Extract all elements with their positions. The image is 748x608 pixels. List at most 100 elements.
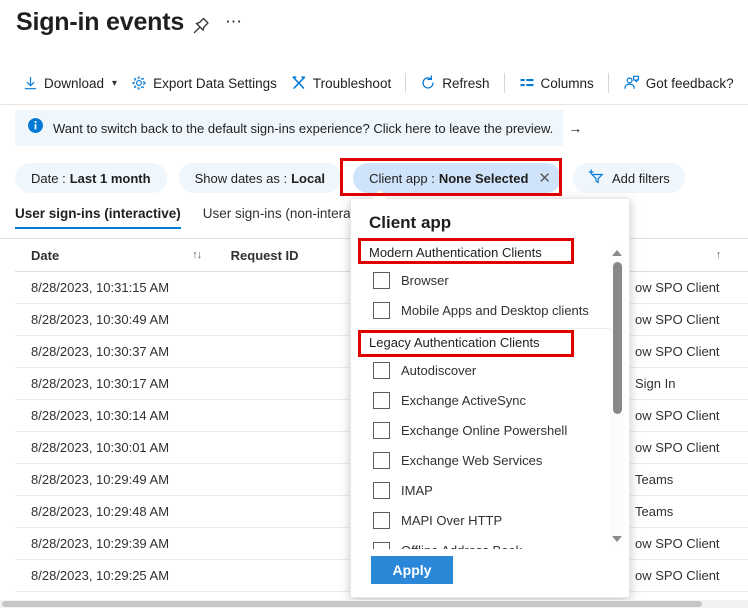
filter-chip-client-app-value: None Selected: [439, 171, 529, 186]
banner-text: Want to switch back to the default sign-…: [53, 121, 553, 136]
add-filters-button[interactable]: Add filters: [573, 163, 685, 193]
checkbox-exchange-online-powershell[interactable]: [373, 422, 390, 439]
checkbox-exchange-activesync[interactable]: [373, 392, 390, 409]
panel-scrollbar[interactable]: [610, 247, 625, 545]
filter-chip-date-value: Last 1 month: [70, 171, 151, 186]
scroll-up-arrow-icon[interactable]: [612, 250, 622, 256]
scrollbar-thumb[interactable]: [613, 262, 622, 414]
cell-date: 8/28/2023, 10:30:14 AM: [15, 408, 200, 423]
group-divider: [369, 328, 613, 329]
filter-chip-show-dates-as-value: Local: [291, 171, 325, 186]
panel-title: Client app: [369, 213, 451, 233]
cell-application: ow SPO Client: [629, 344, 748, 359]
option-label: Autodiscover: [401, 363, 476, 378]
cell-date: 8/28/2023, 10:30:49 AM: [15, 312, 200, 327]
cell-application: Teams: [629, 472, 748, 487]
cell-date: 8/28/2023, 10:29:49 AM: [15, 472, 200, 487]
cell-application: Sign In: [629, 376, 748, 391]
checkbox-mapi-over-http[interactable]: [373, 512, 390, 529]
cell-application: Teams: [629, 504, 748, 519]
option-label: Exchange Online Powershell: [401, 423, 567, 438]
preview-info-banner[interactable]: Want to switch back to the default sign-…: [15, 110, 563, 146]
filter-chip-date[interactable]: Date : Last 1 month: [15, 163, 167, 193]
column-header-date[interactable]: Date: [15, 248, 192, 263]
checkbox-exchange-web-services[interactable]: [373, 452, 390, 469]
cell-application: ow SPO Client: [629, 568, 748, 583]
cell-application: ow SPO Client: [629, 408, 748, 423]
cell-date: 8/28/2023, 10:29:25 AM: [15, 568, 200, 583]
pin-icon[interactable]: [190, 15, 212, 37]
checkbox-imap[interactable]: [373, 482, 390, 499]
option-browser[interactable]: Browser: [351, 265, 631, 295]
cell-date: 8/28/2023, 10:31:15 AM: [15, 280, 200, 295]
columns-label: Columns: [541, 76, 594, 91]
cell-application: ow SPO Client: [629, 280, 748, 295]
add-filters-label: Add filters: [612, 171, 670, 186]
refresh-label: Refresh: [442, 76, 489, 91]
wrench-screwdriver-icon: [291, 75, 307, 91]
horizontal-scrollbar[interactable]: [0, 600, 748, 608]
scroll-down-arrow-icon[interactable]: [612, 536, 622, 542]
checkbox-autodiscover[interactable]: [373, 362, 390, 379]
option-label: Exchange ActiveSync: [401, 393, 526, 408]
panel-caret: [373, 190, 391, 199]
ellipsis-icon[interactable]: ⋯: [222, 12, 246, 36]
option-mapi-over-http[interactable]: MAPI Over HTTP: [351, 505, 631, 535]
filter-chip-client-app-key: Client app :: [369, 171, 435, 186]
filter-chip-show-dates-as-key: Show dates as :: [195, 171, 288, 186]
option-label: Offline Address Book: [401, 543, 522, 550]
add-filter-icon: [588, 169, 605, 187]
toolbar-divider-line: [0, 104, 748, 105]
close-icon[interactable]: ✕: [538, 171, 551, 186]
option-label: Exchange Web Services: [401, 453, 542, 468]
option-label: Mobile Apps and Desktop clients: [401, 303, 589, 318]
sort-updown-icon-application[interactable]: ↑: [716, 249, 748, 261]
title-bar: Sign-in events ⋯: [0, 0, 748, 58]
filter-chip-show-dates-as[interactable]: Show dates as : Local: [179, 163, 341, 193]
option-imap[interactable]: IMAP: [351, 475, 631, 505]
option-offline-address-book[interactable]: Offline Address Book: [351, 535, 631, 549]
toolbar-divider: [504, 73, 505, 93]
got-feedback-button[interactable]: Got feedback?: [616, 71, 741, 95]
chevron-down-icon: ▾: [112, 78, 117, 89]
refresh-button[interactable]: Refresh: [413, 71, 496, 95]
sign-in-events-page: Sign-in events ⋯ Download ▾: [0, 0, 748, 608]
cell-date: 8/28/2023, 10:30:01 AM: [15, 440, 200, 455]
apply-button[interactable]: Apply: [371, 556, 453, 584]
checkbox-offline-address-book[interactable]: [373, 542, 390, 550]
got-feedback-label: Got feedback?: [646, 76, 734, 91]
troubleshoot-label: Troubleshoot: [313, 76, 391, 91]
download-button[interactable]: Download ▾: [16, 72, 124, 95]
columns-icon: [519, 75, 535, 91]
cell-date: 8/28/2023, 10:30:37 AM: [15, 344, 200, 359]
filter-chip-client-app[interactable]: Client app : None Selected ✕: [353, 163, 561, 193]
sort-updown-icon[interactable]: ↑↓: [192, 249, 224, 261]
option-exchange-activesync[interactable]: Exchange ActiveSync: [351, 385, 631, 415]
columns-button[interactable]: Columns: [512, 71, 601, 95]
feedback-person-icon: [623, 75, 640, 91]
cell-date: 8/28/2023, 10:29:48 AM: [15, 504, 200, 519]
checkbox-mobile-apps-and-desktop-clients[interactable]: [373, 302, 390, 319]
cell-date: 8/28/2023, 10:29:39 AM: [15, 536, 200, 551]
option-exchange-online-powershell[interactable]: Exchange Online Powershell: [351, 415, 631, 445]
export-data-settings-button[interactable]: Export Data Settings: [124, 71, 284, 95]
option-autodiscover[interactable]: Autodiscover: [351, 355, 631, 385]
option-label: IMAP: [401, 483, 433, 498]
tab-user-sign-ins-interactive[interactable]: User sign-ins (interactive): [15, 204, 181, 221]
client-app-filter-panel: Client app Modern Authentication Clients…: [350, 198, 630, 598]
page-title: Sign-in events: [16, 8, 184, 37]
gear-icon: [131, 75, 147, 91]
group-heading-legacy-authentication-clients: Legacy Authentication Clients: [351, 331, 631, 355]
export-data-settings-label: Export Data Settings: [153, 76, 277, 91]
info-icon: [27, 117, 44, 139]
client-app-option-list[interactable]: Modern Authentication Clients Browser Mo…: [351, 241, 631, 549]
option-exchange-web-services[interactable]: Exchange Web Services: [351, 445, 631, 475]
toolbar-divider: [405, 73, 406, 93]
refresh-icon: [420, 75, 436, 91]
option-label: Browser: [401, 273, 449, 288]
download-icon: [23, 76, 38, 91]
checkbox-browser[interactable]: [373, 272, 390, 289]
option-mobile-apps-and-desktop-clients[interactable]: Mobile Apps and Desktop clients: [351, 295, 631, 325]
troubleshoot-button[interactable]: Troubleshoot: [284, 71, 398, 95]
horizontal-scrollbar-thumb[interactable]: [2, 601, 702, 607]
